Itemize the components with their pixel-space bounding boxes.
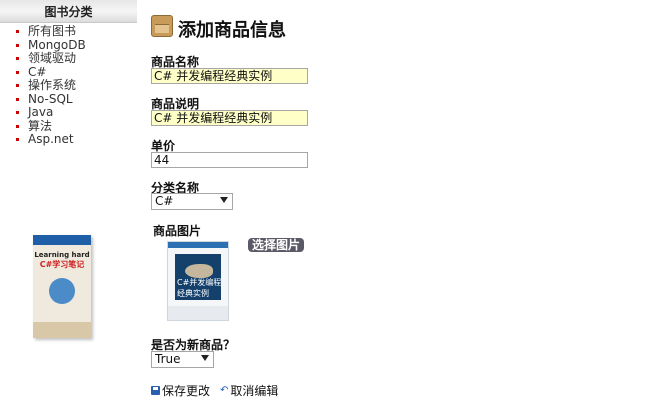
cover-illustration [49, 278, 75, 304]
chevron-down-icon [220, 197, 228, 203]
sidebar-ad-book-cover[interactable]: Learning hard C#学习笔记 [33, 235, 91, 338]
category-link[interactable]: 操作系统 [28, 78, 76, 93]
cover-footer [33, 322, 91, 338]
cancel-label: 取消编辑 [230, 384, 279, 398]
form-actions: 保存更改 ↶ 取消编辑 [151, 382, 278, 399]
cancel-link[interactable]: ↶ 取消编辑 [220, 382, 278, 399]
category-link[interactable]: 领域驱动 [28, 51, 76, 66]
category-item[interactable]: Asp.net [16, 132, 86, 147]
category-item[interactable]: 算法 [16, 119, 86, 134]
product-image: C#并发编程 经典实例 [167, 241, 229, 321]
image-label: 商品图片 [153, 224, 202, 238]
undo-icon: ↶ [220, 385, 229, 396]
category-link[interactable]: No-SQL [28, 92, 73, 107]
bullet-icon [16, 111, 19, 115]
category-header: 图书分类 [0, 0, 137, 23]
bullet-icon [16, 97, 19, 101]
bullet-icon [16, 57, 19, 61]
category-item[interactable]: Java [16, 105, 86, 120]
category-selected-value: C# [155, 194, 174, 208]
cover-title-line-1: C#并发编程 [177, 278, 222, 287]
cover-title-line-2: 经典实例 [177, 289, 209, 298]
bullet-icon [16, 84, 19, 88]
category-link[interactable]: 所有图书 [28, 24, 76, 39]
cover-footer [168, 306, 228, 320]
ad-book-title-cn: C#学习笔记 [39, 260, 85, 269]
description-field[interactable]: C# 并发编程经典实例 [151, 110, 308, 126]
chevron-down-icon [201, 355, 209, 361]
animal-illustration [185, 264, 213, 278]
category-link[interactable]: 算法 [28, 119, 52, 134]
is-new-selected-value: True [155, 352, 181, 366]
category-item[interactable]: 操作系统 [16, 78, 86, 93]
choose-image-button[interactable]: 选择图片 [248, 238, 305, 252]
bullet-icon [16, 124, 19, 128]
category-link[interactable]: MongoDB [28, 38, 86, 53]
name-field[interactable]: C# 并发编程经典实例 [151, 68, 308, 84]
cover-band [33, 235, 91, 245]
bullet-icon [16, 43, 19, 47]
package-icon [151, 15, 173, 37]
save-icon [151, 386, 160, 395]
bullet-icon [16, 30, 19, 34]
category-item[interactable]: No-SQL [16, 92, 86, 107]
save-label: 保存更改 [162, 384, 211, 398]
category-item[interactable]: 领域驱动 [16, 51, 86, 66]
category-item[interactable]: C# [16, 65, 86, 80]
page-title: 添加商品信息 [178, 20, 286, 41]
save-link[interactable]: 保存更改 [151, 382, 210, 399]
category-item[interactable]: 所有图书 [16, 24, 86, 39]
price-field[interactable]: 44 [151, 152, 308, 168]
ad-book-title-en: Learning hard [34, 251, 90, 259]
category-select[interactable]: C# [151, 193, 233, 210]
cover-band [168, 242, 228, 248]
page: 图书分类 所有图书 MongoDB 领域驱动 C# 操作系统 No-SQL Ja… [0, 0, 666, 406]
category-link[interactable]: Java [28, 105, 53, 120]
bullet-icon [16, 70, 19, 74]
is-new-select[interactable]: True [151, 351, 214, 368]
category-item[interactable]: MongoDB [16, 38, 86, 53]
category-list: 所有图书 MongoDB 领域驱动 C# 操作系统 No-SQL Java 算法… [16, 24, 86, 147]
category-link[interactable]: C# [28, 65, 46, 80]
bullet-icon [16, 138, 19, 142]
category-link[interactable]: Asp.net [28, 132, 74, 147]
